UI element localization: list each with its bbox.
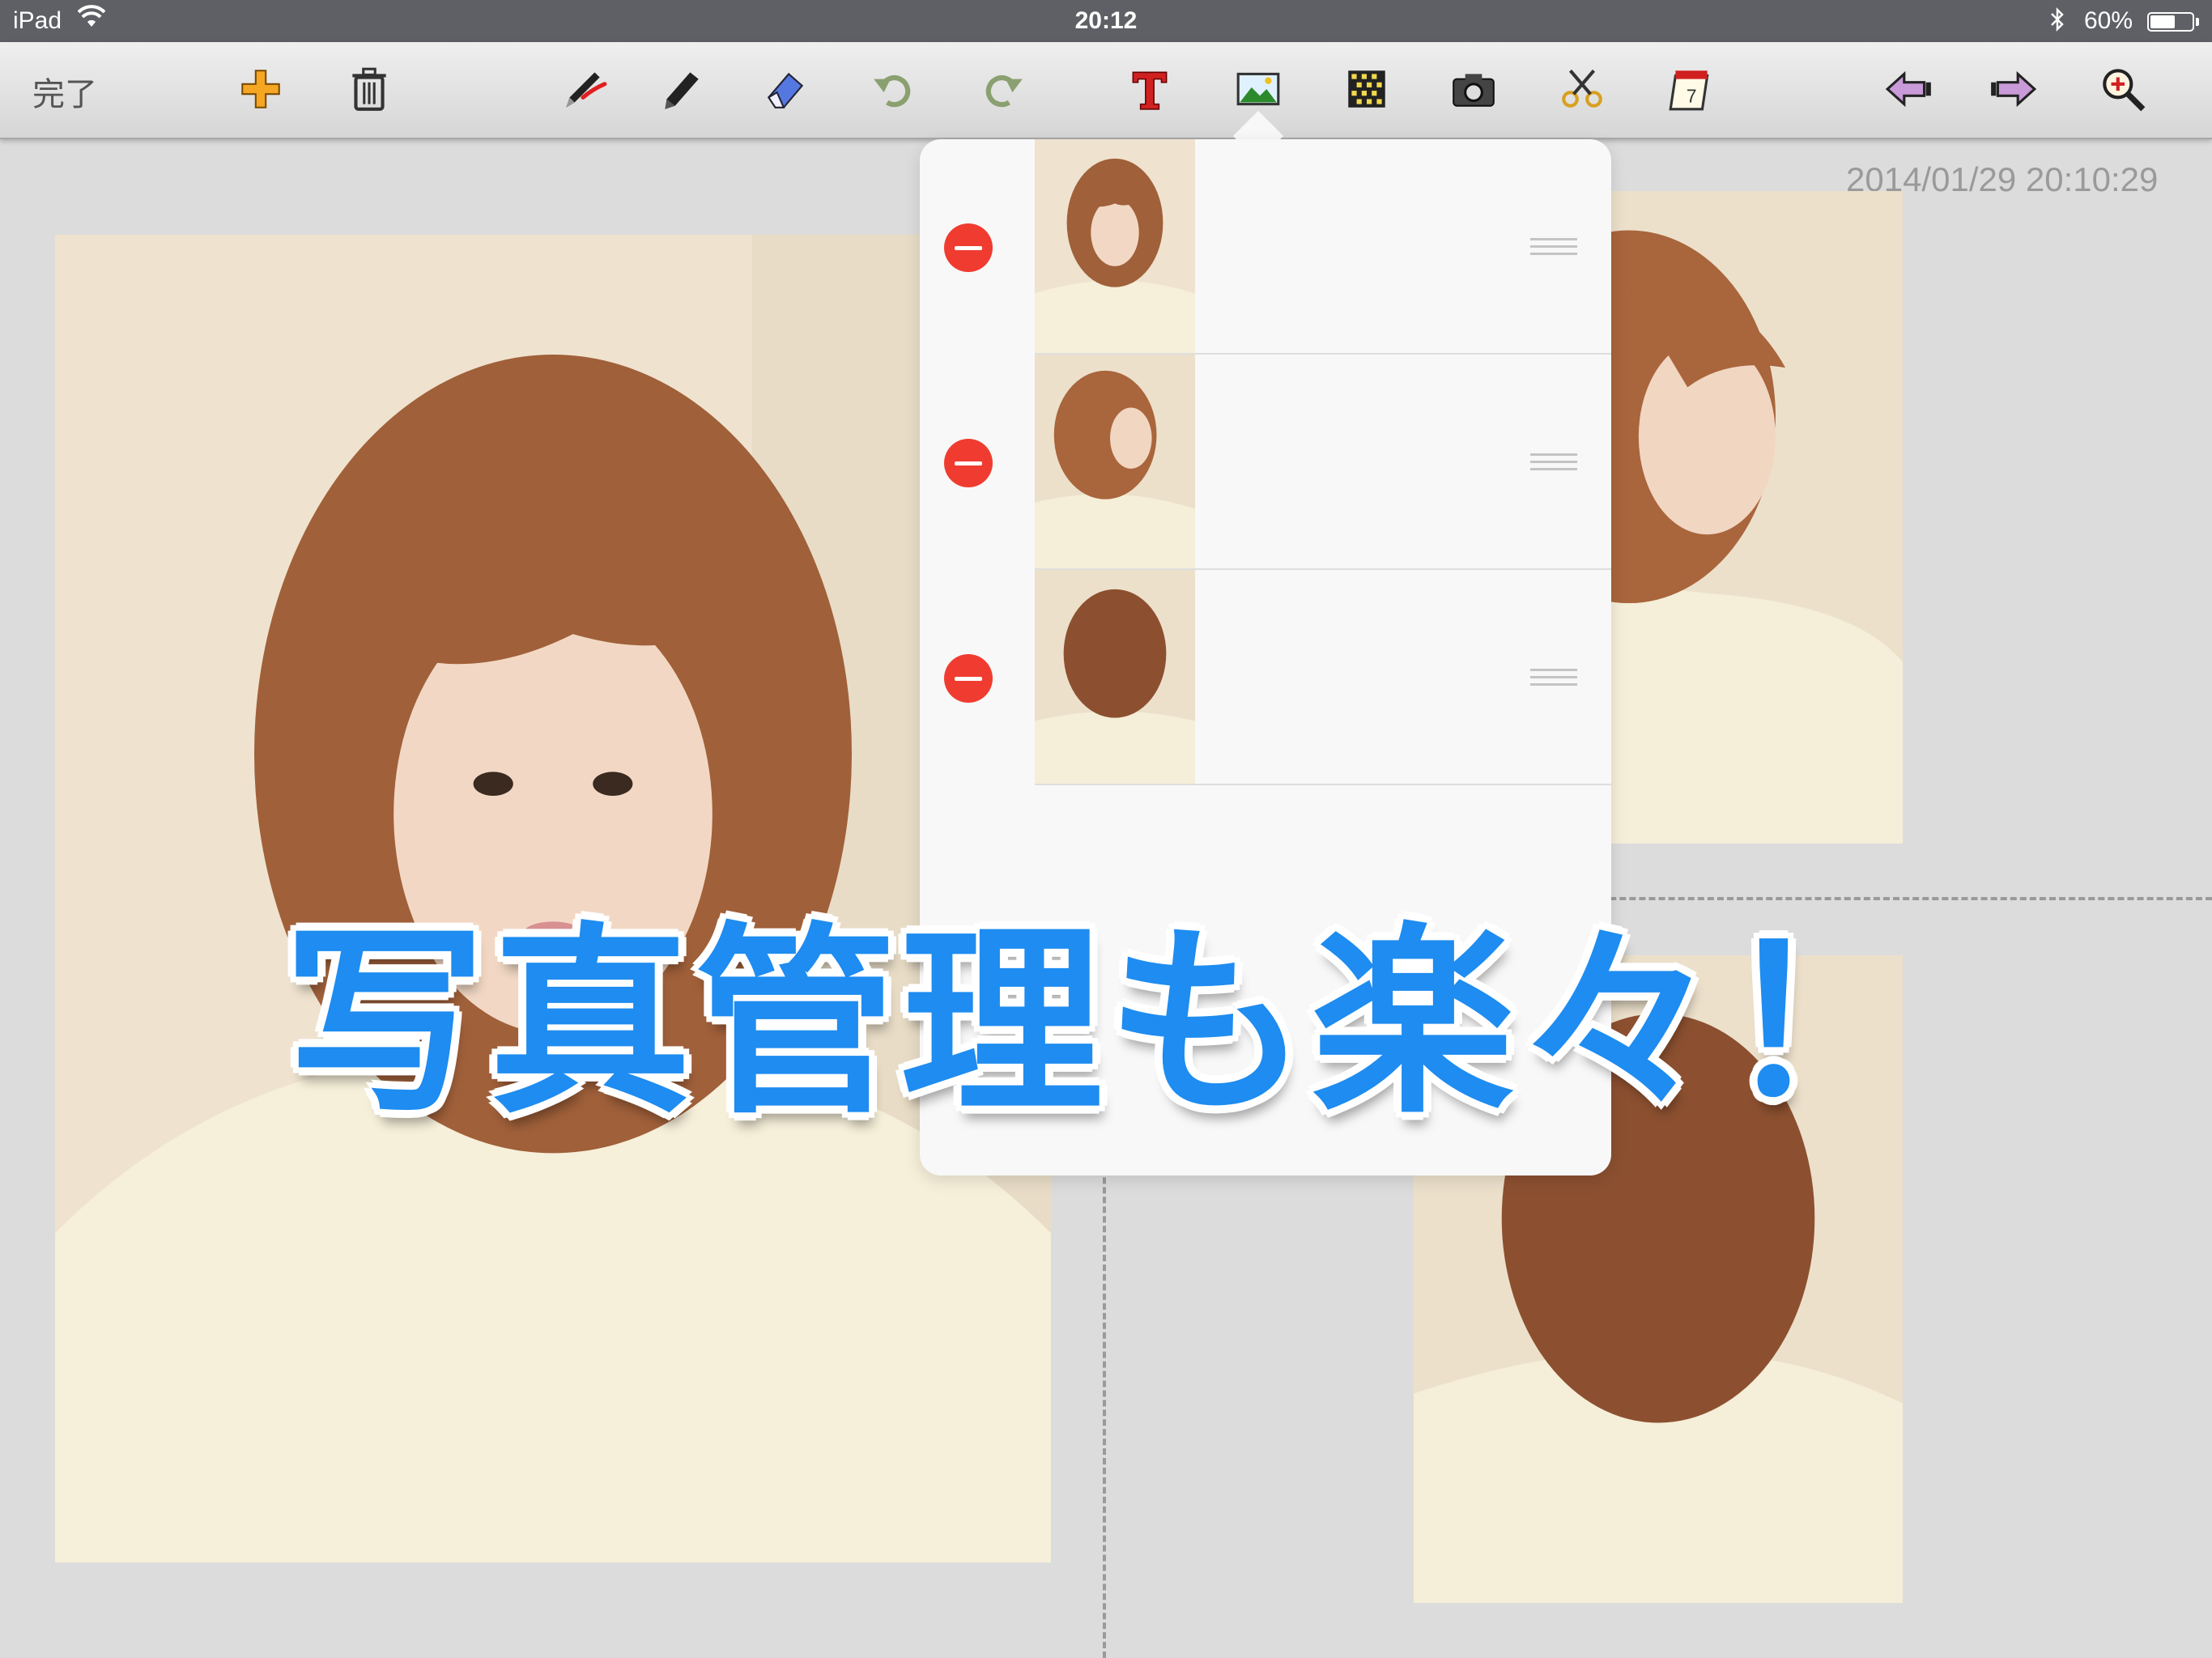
battery-icon (2147, 12, 2199, 32)
photo-list-row[interactable] (920, 355, 1611, 570)
bluetooth-icon (2048, 6, 2066, 39)
calendar-icon[interactable]: 7 (1658, 58, 1723, 120)
camera-icon[interactable] (1441, 58, 1506, 120)
reorder-handle[interactable] (1530, 669, 1577, 691)
delete-photo-button[interactable] (944, 439, 993, 487)
redo-icon[interactable] (970, 58, 1035, 120)
row-separator (1035, 784, 1611, 785)
delete-photo-button[interactable] (944, 223, 993, 272)
add-icon[interactable] (228, 58, 293, 120)
battery-tip (2196, 18, 2199, 26)
toolbar: 完了 7 (0, 42, 2212, 139)
photo-list-row[interactable] (920, 570, 1611, 785)
battery-percent: 60% (2084, 7, 2133, 34)
text-icon[interactable] (1117, 58, 1182, 120)
done-button[interactable]: 完了 (32, 68, 97, 115)
zoom-icon[interactable] (2091, 58, 2155, 120)
red-pen-icon[interactable] (551, 58, 615, 120)
pattern-icon[interactable] (1334, 58, 1399, 120)
promo-caption: 写真管理も楽々！ (283, 905, 1929, 1141)
reorder-handle[interactable] (1530, 238, 1577, 260)
clock: 20:12 (1074, 7, 1138, 34)
eraser-icon[interactable] (753, 58, 818, 120)
status-bar: iPad 20:12 60% (0, 0, 2212, 42)
front-view-thumbnail (1035, 139, 1195, 353)
marker-icon[interactable] (648, 58, 713, 120)
reorder-handle[interactable] (1530, 453, 1577, 475)
side-view-thumbnail (1035, 355, 1195, 568)
scissors-icon[interactable] (1550, 58, 1614, 120)
prev-page-icon[interactable] (1877, 58, 1942, 120)
photo-list-row[interactable] (920, 139, 1611, 355)
undo-icon[interactable] (861, 58, 926, 120)
trash-icon[interactable] (337, 58, 402, 120)
back-view-thumbnail (1035, 570, 1195, 784)
battery-fill (2150, 15, 2175, 28)
delete-photo-button[interactable] (944, 654, 993, 703)
svg-text:7: 7 (1687, 86, 1697, 107)
next-page-icon[interactable] (1980, 58, 2045, 120)
